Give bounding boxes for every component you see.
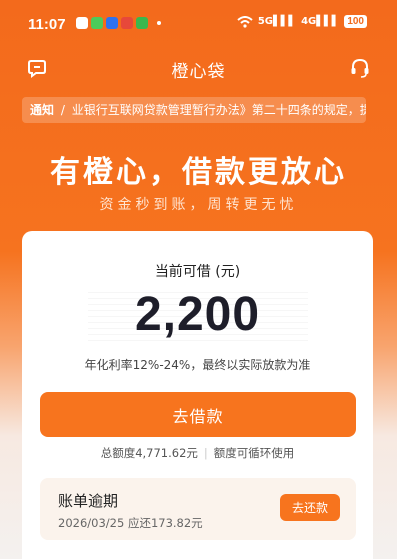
headset-icon[interactable] xyxy=(349,57,371,79)
signal-5g: 5G▌▌▌ xyxy=(257,16,297,27)
signal-4g-label: 4G xyxy=(301,16,317,27)
borrow-button[interactable]: 去借款 xyxy=(40,392,356,437)
quota-note: 额度可循环使用 xyxy=(213,446,295,460)
phone-app-icon xyxy=(91,17,103,29)
battery-icon: 100 xyxy=(344,15,367,28)
wifi-icon xyxy=(237,15,253,28)
available-amount: 2,200 xyxy=(134,288,261,341)
notice-tag: 通知 xyxy=(30,103,55,117)
quota-info: 总额度4,771.62元 | 额度可循环使用 xyxy=(22,445,373,461)
quota-divider: | xyxy=(203,446,208,460)
total-quota: 总额度4,771.62元 xyxy=(100,446,198,460)
notice-text: 业银行互联网贷款管理暂行办法》第二十四条的规定，提 xyxy=(71,103,366,117)
notice-separator: / xyxy=(60,103,65,117)
overdue-detail: 2026/03/25 应还173.82元 xyxy=(58,516,203,530)
nav-bar: 橙心袋 xyxy=(0,50,397,86)
signal-5g-label: 5G xyxy=(257,16,273,27)
status-indicators: 5G▌▌▌ 4G▌▌▌ 100 xyxy=(237,15,367,28)
status-time: 11:07 xyxy=(28,16,66,33)
available-amount-label: 当前可借 (元) xyxy=(154,264,241,280)
signal-4g: 4G▌▌▌ xyxy=(301,16,340,27)
loan-card: 当前可借 (元) 2,200 年化利率12%-24%，最终以实际放款为准 去借款… xyxy=(22,231,373,559)
page-title: 橙心袋 xyxy=(171,62,226,82)
alipay-app-icon xyxy=(106,17,118,29)
app-icon xyxy=(121,17,133,29)
message-app-icon xyxy=(76,17,88,29)
notice-bar[interactable]: 通知 / 业银行互联网贷款管理暂行办法》第二十四条的规定，提 xyxy=(22,97,366,123)
hero-title: 有橙心，借款更放心 xyxy=(50,155,347,190)
interest-rate-note: 年化利率12%-24%，最终以实际放款为准 xyxy=(84,358,311,372)
status-app-icons xyxy=(76,17,161,29)
status-bar: 11:07 5G▌▌▌ 4G▌▌▌ 100 xyxy=(0,0,397,44)
overdue-bill-box: 账单逾期 2026/03/25 应还173.82元 去还款 xyxy=(40,478,356,540)
notification-dot-icon xyxy=(157,21,161,25)
repay-button[interactable]: 去还款 xyxy=(280,494,340,521)
overdue-title: 账单逾期 xyxy=(58,492,119,510)
hero-subtitle: 资金秒到账，周转更无忧 xyxy=(99,197,298,213)
security-app-icon xyxy=(136,17,148,29)
